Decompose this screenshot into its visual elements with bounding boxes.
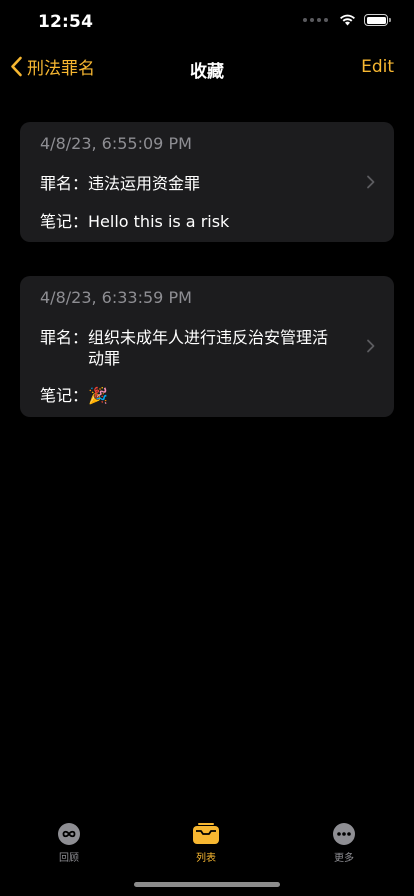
tray-icon bbox=[193, 823, 219, 844]
tab-more[interactable]: 更多 bbox=[299, 822, 389, 864]
battery-icon bbox=[364, 14, 391, 26]
crime-label: 罪名： bbox=[40, 328, 89, 347]
home-indicator bbox=[134, 882, 280, 887]
note-label: 笔记： bbox=[40, 212, 89, 231]
chevron-right-icon bbox=[367, 175, 375, 189]
tab-label: 回顾 bbox=[59, 853, 79, 864]
favorite-date: 4/8/23, 6:33:59 PM bbox=[40, 288, 192, 307]
note-row: 笔记： 🎉 bbox=[40, 385, 374, 406]
note-text: Hello this is a risk bbox=[88, 212, 230, 231]
edit-button[interactable]: Edit bbox=[361, 57, 394, 77]
infinity-icon bbox=[58, 823, 80, 845]
favorite-card[interactable]: 4/8/23, 6:33:59 PM 罪名： 组织未成年人进行违反治安管理活动罪… bbox=[20, 276, 394, 417]
crime-row: 罪名： 组织未成年人进行违反治安管理活动罪 bbox=[40, 327, 374, 369]
ellipsis-icon bbox=[333, 823, 355, 845]
favorite-card[interactable]: 4/8/23, 6:55:09 PM 罪名： 违法运用资金罪 笔记： Hello… bbox=[20, 122, 394, 242]
tab-review[interactable]: 回顾 bbox=[24, 822, 114, 864]
wifi-icon bbox=[340, 14, 355, 26]
status-bar: 12:54 bbox=[0, 0, 414, 48]
note-text: 🎉 bbox=[88, 386, 108, 405]
favorite-date: 4/8/23, 6:55:09 PM bbox=[40, 134, 192, 153]
page-title: 收藏 bbox=[190, 62, 224, 82]
navigation-bar: 刑法罪名 收藏 Edit bbox=[0, 48, 414, 88]
crime-name: 违法运用资金罪 bbox=[88, 174, 201, 193]
status-icons bbox=[303, 14, 391, 26]
crime-label: 罪名： bbox=[40, 174, 89, 193]
tab-label: 更多 bbox=[334, 853, 354, 864]
status-time: 12:54 bbox=[38, 12, 94, 32]
tab-label: 列表 bbox=[196, 853, 216, 864]
cellular-signal-icon bbox=[303, 18, 328, 22]
crime-name: 组织未成年人进行违反治安管理活动罪 bbox=[88, 328, 329, 368]
note-label: 笔记： bbox=[40, 386, 89, 405]
crime-row: 罪名： 违法运用资金罪 bbox=[40, 173, 374, 194]
chevron-right-icon bbox=[367, 339, 375, 353]
tab-list[interactable]: 列表 bbox=[161, 822, 251, 864]
note-row: 笔记： Hello this is a risk bbox=[40, 211, 374, 232]
